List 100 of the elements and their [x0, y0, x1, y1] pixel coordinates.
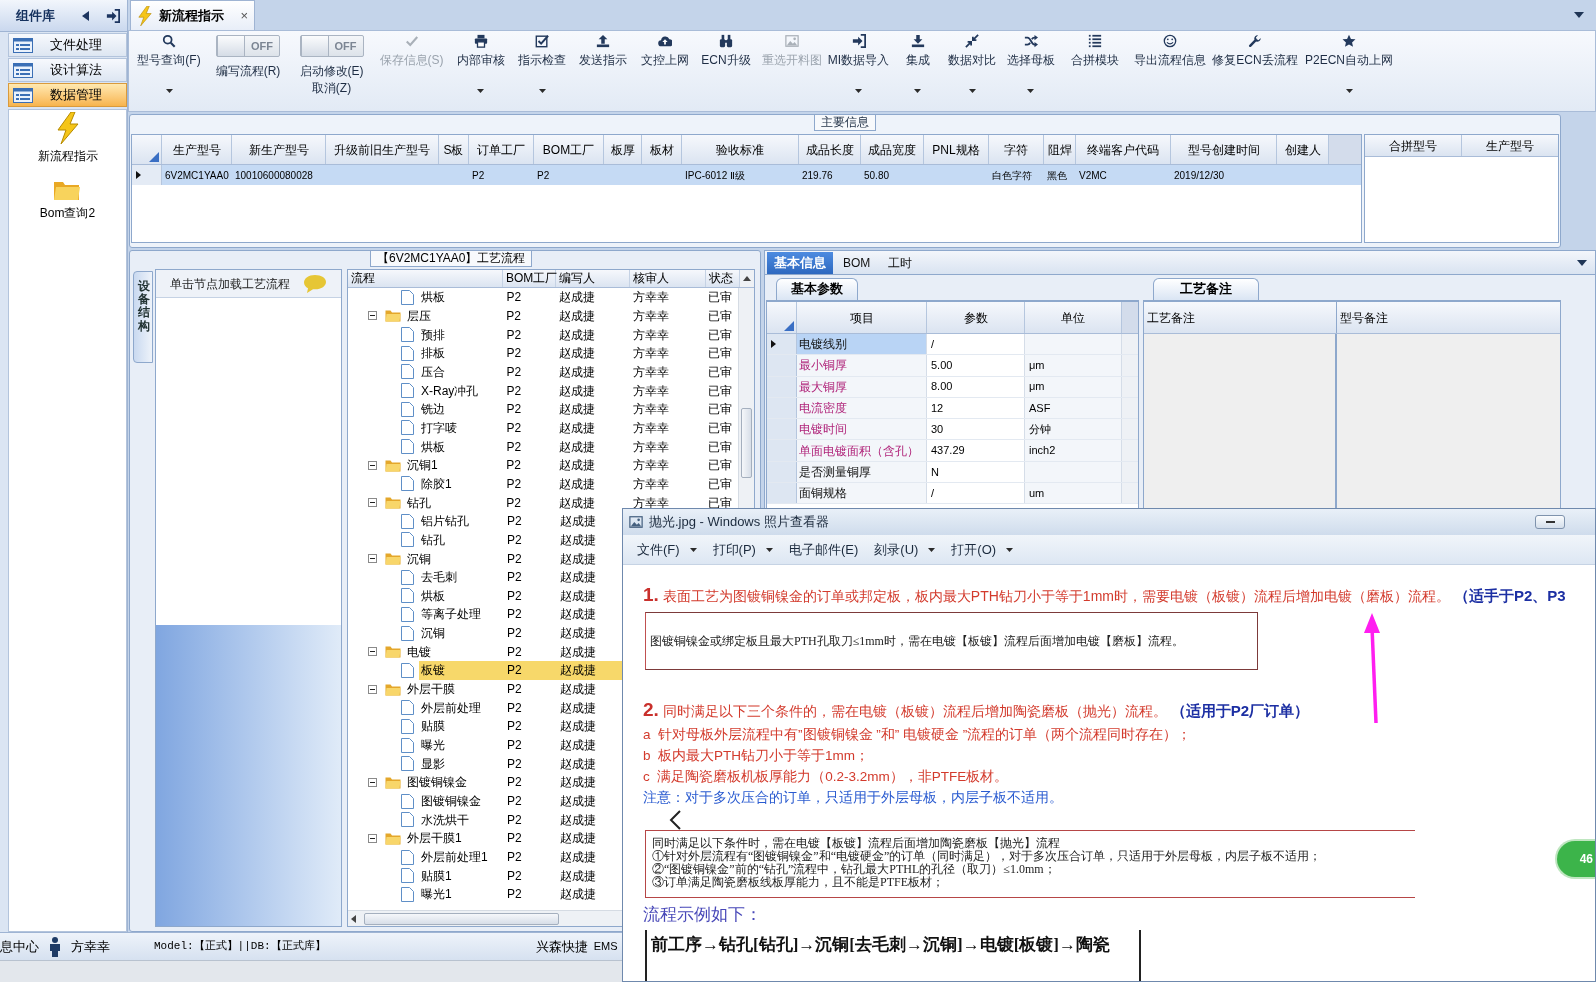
collapse-box-icon[interactable] [368, 647, 377, 657]
tree-node[interactable]: 图镀铜镍金 [419, 791, 483, 811]
scroll-up-icon[interactable] [743, 276, 751, 281]
column-header[interactable]: 型号创建时间 [1171, 135, 1277, 164]
side-tab[interactable]: 设备结构 [133, 271, 153, 363]
tree-node[interactable]: 预排 [419, 325, 447, 344]
ribbon-button[interactable]: 合拼模块 [1061, 33, 1129, 109]
tree-node[interactable]: 沉铜 [419, 623, 447, 643]
collapse-box-icon[interactable] [368, 498, 377, 508]
tab[interactable]: 工时 [880, 252, 921, 274]
dropdown-caret-icon[interactable] [1574, 12, 1584, 18]
ribbon-button[interactable]: ECN升级 [695, 33, 757, 109]
tree-node[interactable]: 电镀 [405, 642, 433, 662]
tree-node[interactable]: 烘板 [419, 437, 447, 456]
ribbon-button[interactable]: 发送指示 [572, 33, 634, 109]
corner-triangle-icon[interactable] [784, 321, 794, 331]
column-header[interactable]: 订单工厂 [469, 135, 534, 164]
tree-node[interactable]: 显影 [419, 754, 447, 774]
scroll-left-icon[interactable] [351, 914, 356, 923]
menu-button[interactable]: 打印(P) [712, 539, 773, 560]
ribbon-button[interactable]: 指示检查 [512, 33, 572, 109]
tree-node[interactable]: 排板 [419, 343, 447, 363]
collapse-box-icon[interactable] [368, 833, 377, 843]
column-header[interactable]: 阻焊 [1044, 135, 1076, 164]
ribbon-button[interactable]: 内部审核 [449, 33, 512, 109]
ribbon-button[interactable]: 修复ECN丢流程 [1211, 33, 1299, 109]
column-header[interactable]: 型号备注 [1337, 302, 1560, 333]
column-header[interactable]: 生产型号 [1462, 135, 1558, 156]
close-button[interactable]: × [240, 5, 248, 26]
tree-node[interactable]: 水洗烘干 [419, 810, 471, 830]
tree-node[interactable]: 图镀铜镍金 [405, 773, 469, 792]
table-row[interactable]: 6V2MC1YAA0 10010600080028 P2 P2 IPC-6012 Ⅱ级 219.76 50.80 白色字符 黑色 V2MC 2019/12/30 [132, 165, 1361, 185]
ribbon-button[interactable]: 集成 [891, 33, 944, 109]
sidebar-item[interactable]: 设计算法 [8, 58, 127, 82]
minimize-button[interactable] [1535, 515, 1565, 529]
column-header[interactable]: 板材 [642, 135, 682, 164]
tree-node[interactable]: 去毛刺 [419, 567, 459, 587]
tab[interactable]: BOM [835, 252, 879, 274]
ribbon-button[interactable]: 文控上网 [634, 33, 695, 109]
tree-node[interactable]: 沉铜 [405, 549, 433, 568]
ribbon-button[interactable]: MI数据导入 [826, 33, 891, 109]
column-header[interactable]: 新生产型号 [232, 135, 326, 164]
tree-node[interactable]: 铣边 [419, 399, 447, 419]
tree-node[interactable]: 外层干膜1 [405, 829, 464, 848]
column-header[interactable]: S板 [439, 135, 469, 164]
column-header[interactable]: 工艺备注 [1144, 302, 1337, 333]
column-header[interactable]: 核审人 [630, 270, 706, 287]
back-chevron-icon[interactable] [668, 809, 682, 831]
collapse-box-icon[interactable] [368, 311, 377, 321]
corner-triangle-icon[interactable] [149, 152, 159, 162]
column-header[interactable]: 字符 [989, 135, 1044, 164]
collapse-box-icon[interactable] [368, 777, 377, 787]
column-header[interactable]: 编写人 [556, 270, 630, 287]
column-header[interactable]: BOM工厂 [534, 135, 604, 164]
menu-button[interactable]: 打开(O) [951, 539, 1014, 560]
dropdown-caret-icon[interactable] [1577, 259, 1587, 266]
tree-node[interactable]: 打字唛 [419, 418, 459, 438]
ribbon-button[interactable]: 型号查询(F) [131, 33, 207, 109]
tree-node[interactable]: 钻孔 [419, 530, 447, 550]
tree-node[interactable]: 板镀 [419, 661, 503, 680]
row-header[interactable] [767, 334, 797, 355]
tree-node[interactable]: 烘板 [419, 586, 447, 606]
tree-node[interactable]: 等离子处理 [419, 605, 483, 624]
tree-node[interactable]: X-Ray冲孔 [419, 381, 481, 400]
column-header[interactable]: PNL规格 [924, 135, 989, 164]
menu-button[interactable]: 文件(F) [637, 539, 697, 560]
scrollbar-thumb[interactable] [364, 912, 559, 925]
column-header[interactable]: 项目 [797, 302, 927, 333]
tree-node[interactable]: 外层前处理1 [419, 847, 490, 867]
ribbon-button[interactable]: 导出流程信息 [1129, 33, 1211, 109]
tree-node[interactable]: 压合 [419, 362, 447, 382]
column-header[interactable]: 终端客户代码 [1076, 135, 1171, 164]
tree-node[interactable]: 除胶1 [419, 474, 454, 494]
column-header[interactable]: 成品宽度 [861, 135, 924, 164]
collapse-box-icon[interactable] [368, 554, 377, 563]
sidebar-item[interactable]: 文件处理 [8, 33, 127, 57]
shortcut-button[interactable]: Bom查询2 [39, 175, 96, 222]
collapse-box-icon[interactable] [368, 684, 377, 694]
column-header[interactable]: 参数 [927, 302, 1025, 333]
tree-node[interactable]: 外层干膜 [405, 679, 457, 699]
tab[interactable]: 工艺备注 [1153, 278, 1259, 300]
tab[interactable]: 基本信息 [767, 252, 833, 274]
tab[interactable]: 新流程指示 × [130, 0, 255, 30]
column-header[interactable]: 验收标准 [682, 135, 799, 164]
sidebar-item[interactable]: 数据管理 [8, 83, 127, 107]
shortcut-button[interactable]: 新流程指示 [37, 112, 98, 165]
column-header[interactable]: 合拼型号 [1365, 135, 1462, 156]
tree-node[interactable]: 沉铜1 [405, 455, 440, 475]
tree-node[interactable]: 层压 [405, 306, 433, 326]
menu-button[interactable]: 刻录(U) [874, 539, 936, 560]
ribbon-button[interactable]: P2ECN自动上网 [1299, 33, 1399, 109]
tree-node[interactable]: 贴膜1 [419, 866, 454, 885]
column-header[interactable]: 流程 [348, 270, 503, 287]
menu-button[interactable]: 电子邮件(E) [788, 539, 859, 560]
collapse-box-icon[interactable] [368, 460, 377, 470]
tree-node[interactable]: 曝光 [419, 735, 447, 755]
collapse-arrow-icon[interactable] [82, 10, 89, 21]
tree-node[interactable]: 烘板 [419, 288, 447, 307]
row-header[interactable] [132, 165, 162, 185]
tree-node[interactable]: 铝片钻孔 [419, 511, 471, 531]
